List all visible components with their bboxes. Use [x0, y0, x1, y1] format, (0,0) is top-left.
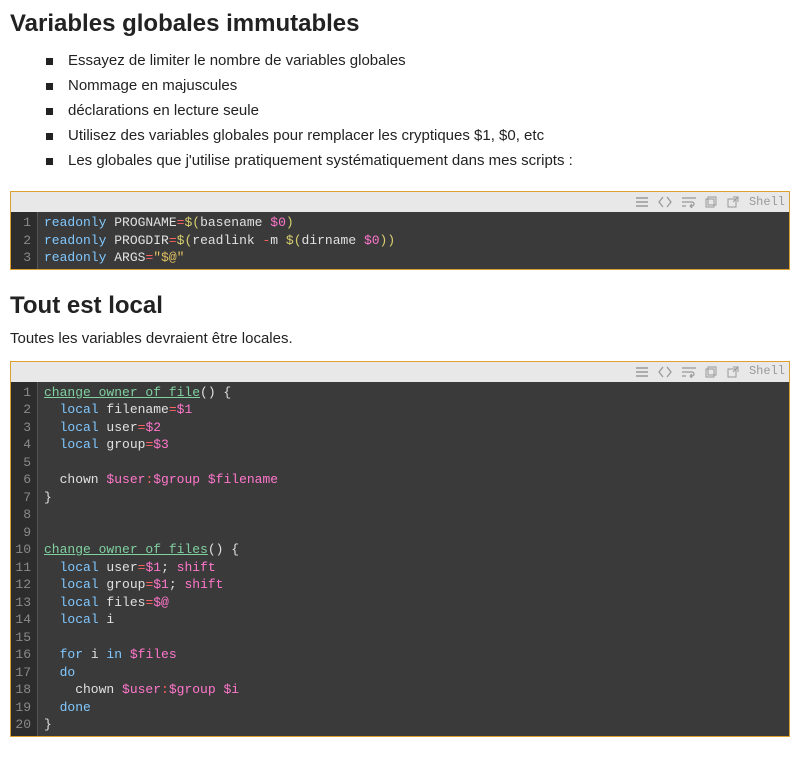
code-lines: readonly PROGNAME=$(basename $0)readonly…: [38, 212, 789, 269]
code-icon[interactable]: [657, 366, 673, 378]
bullet-item: Essayez de limiter le nombre de variable…: [46, 48, 790, 73]
line-gutter: 123: [11, 212, 38, 269]
section1-bullets: Essayez de limiter le nombre de variable…: [10, 48, 790, 173]
section1-heading: Variables globales immutables: [10, 10, 790, 38]
menu-icon[interactable]: [635, 366, 649, 378]
section2-heading: Tout est local: [10, 292, 790, 320]
line-gutter: 1234567891011121314151617181920: [11, 382, 38, 736]
code-lang-label: Shell: [747, 363, 785, 379]
copy-icon[interactable]: [705, 366, 719, 378]
section2-paragraph: Toutes les variables devraient être loca…: [10, 330, 790, 347]
wrap-icon[interactable]: [681, 196, 697, 208]
bullet-item: Utilisez des variables globales pour rem…: [46, 123, 790, 148]
menu-icon[interactable]: [635, 196, 649, 208]
code-toolbar: Shell: [11, 192, 789, 212]
code-icon[interactable]: [657, 196, 673, 208]
copy-icon[interactable]: [705, 196, 719, 208]
code-toolbar: Shell: [11, 362, 789, 382]
bullet-item: Nommage en majuscules: [46, 73, 790, 98]
popout-icon[interactable]: [727, 366, 739, 378]
bullet-item: Les globales que j'utilise pratiquement …: [46, 148, 790, 173]
code-lang-label: Shell: [747, 194, 785, 210]
code-block-1: Shell 123 readonly PROGNAME=$(basename $…: [10, 191, 790, 270]
code-lines: change_owner_of_file() { local filename=…: [38, 382, 789, 736]
popout-icon[interactable]: [727, 196, 739, 208]
code-block-2: Shell 1234567891011121314151617181920 ch…: [10, 361, 790, 737]
bullet-item: déclarations en lecture seule: [46, 98, 790, 123]
wrap-icon[interactable]: [681, 366, 697, 378]
